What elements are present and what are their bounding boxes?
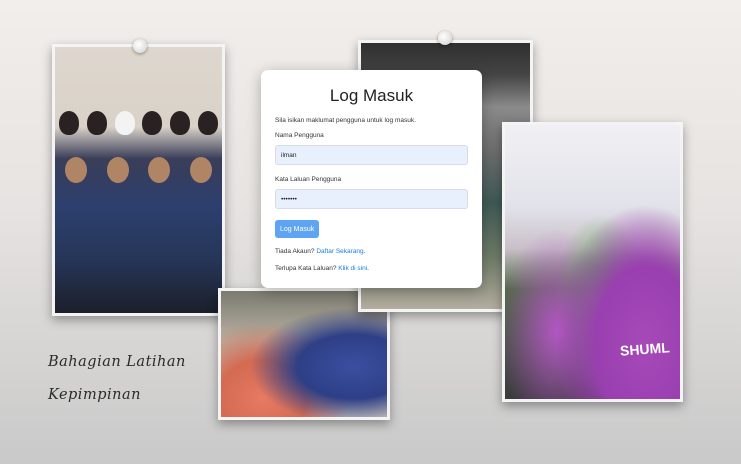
person-head <box>170 111 191 135</box>
forgot-suffix: . <box>367 265 369 272</box>
caption-line-1: Bahagian Latihan <box>48 354 186 370</box>
login-card: Log Masuk Sila isikan maklumat pengguna … <box>261 70 482 288</box>
person-head <box>58 111 79 135</box>
login-subtitle: Sila isikan maklumat pengguna untuk log … <box>275 117 416 124</box>
forgot-link[interactable]: Klik di sini <box>338 265 367 272</box>
register-link[interactable]: Daftar Sekarang <box>316 248 363 255</box>
password-label: Kata Laluan Pengguna <box>275 176 342 183</box>
no-account-text: Tiada Akaun? <box>275 248 315 255</box>
crowd-shirt-text: SHUML <box>619 339 671 359</box>
crowd-photo: SHUML <box>502 122 683 402</box>
person-face <box>64 157 87 183</box>
person-head <box>198 111 219 135</box>
pin-icon <box>133 39 147 53</box>
username-input[interactable] <box>275 145 468 165</box>
person-head <box>114 111 135 135</box>
pin-icon <box>438 31 452 45</box>
person-face <box>148 157 171 183</box>
person-head <box>142 111 163 135</box>
forgot-line: Terlupa Kata Laluan? Klik di sini. <box>275 265 468 272</box>
register-suffix: . <box>363 248 366 255</box>
caption: Bahagian Latihan Kepimpinan <box>48 346 186 412</box>
group-photo-front-row <box>55 157 222 183</box>
login-title: Log Masuk <box>329 86 414 105</box>
forgot-text: Terlupa Kata Laluan? <box>275 265 337 272</box>
username-label: Nama Pengguna <box>275 132 324 139</box>
person-face <box>106 157 129 183</box>
group-photo-back-row <box>55 111 222 135</box>
password-input[interactable] <box>275 189 468 209</box>
caption-line-2: Kepimpinan <box>48 387 141 403</box>
person-head <box>86 111 107 135</box>
register-line: Tiada Akaun? Daftar Sekarang. <box>275 248 468 255</box>
login-button[interactable]: Log Masuk <box>275 220 320 238</box>
group-photo <box>52 44 225 316</box>
person-face <box>190 157 213 183</box>
